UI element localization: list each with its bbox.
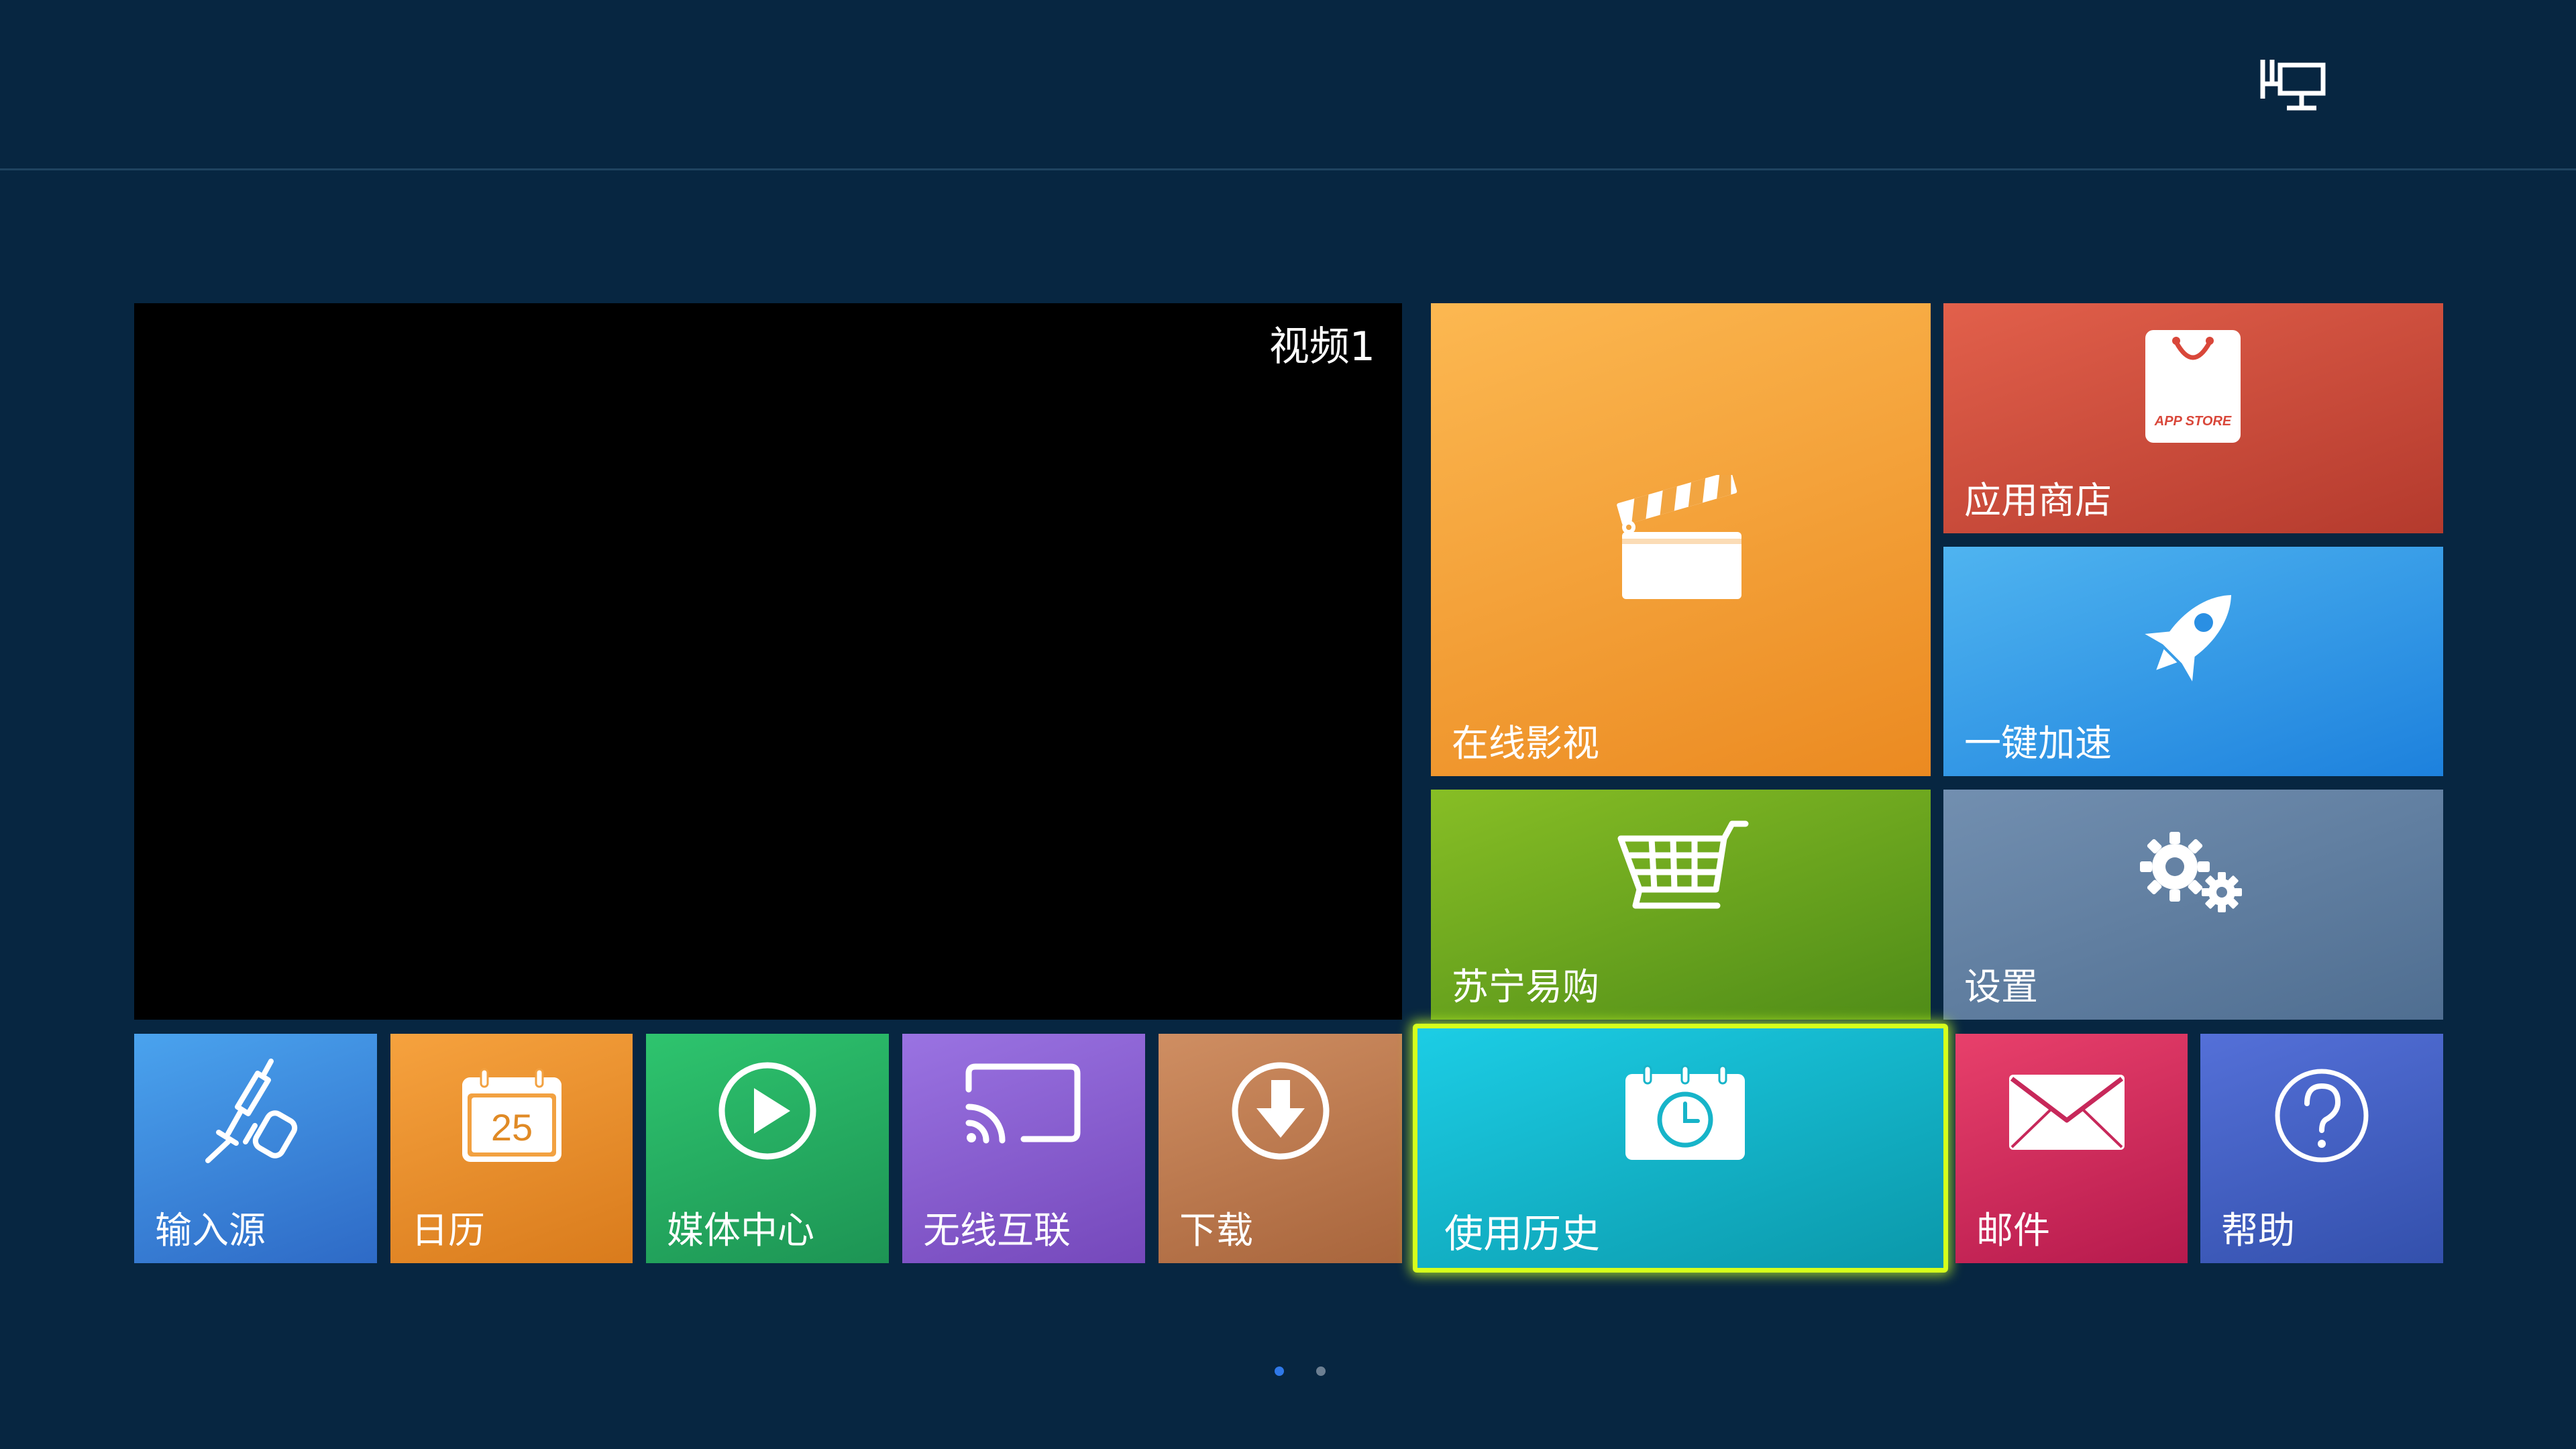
gears-icon [2140, 832, 2242, 912]
calendar-clock-icon [1625, 1065, 1745, 1160]
tile-label: 日历 [411, 1209, 486, 1252]
shopping-cart-icon [1617, 820, 1749, 909]
tile-label: 苏宁易购 [1452, 965, 1600, 1008]
calendar-icon: 25 [462, 1068, 561, 1162]
shopping-bag-icon: APP STORE [2145, 330, 2241, 443]
page-dot[interactable] [1316, 1366, 1326, 1376]
play-circle-icon [718, 1062, 816, 1160]
app-store-badge: APP STORE [2154, 414, 2232, 429]
page-dot-active[interactable] [1275, 1366, 1284, 1376]
video-label: 视频1 [1269, 323, 1375, 370]
clapperboard-icon [1617, 475, 1741, 599]
tile-label: 一键加速 [1964, 722, 2112, 765]
rocket-icon [2145, 595, 2231, 682]
tile-label: 设置 [1964, 965, 2039, 1008]
tile-label: 媒体中心 [667, 1209, 815, 1252]
tile-label: 无线互联 [923, 1209, 1071, 1252]
top-bar [0, 0, 2576, 170]
tile-label: 邮件 [1976, 1209, 2051, 1252]
tile-label: 应用商店 [1964, 479, 2112, 522]
calendar-day: 25 [491, 1106, 533, 1148]
tile-label: 帮助 [2221, 1209, 2296, 1252]
screen-cast-icon [965, 1063, 1081, 1144]
envelope-icon [2009, 1075, 2125, 1150]
video-preview[interactable]: 视频1 [134, 303, 1402, 1020]
tile-label: 输入源 [155, 1209, 266, 1252]
tile-label: 下载 [1179, 1209, 1254, 1252]
tile-label: 使用历史 [1444, 1211, 1601, 1256]
download-circle-icon [1232, 1062, 1330, 1160]
question-circle-icon [2275, 1069, 2369, 1163]
cable-plug-icon [205, 1059, 298, 1163]
signal-source-monitor-icon[interactable] [2257, 57, 2327, 117]
tile-label: 在线影视 [1452, 722, 1600, 765]
